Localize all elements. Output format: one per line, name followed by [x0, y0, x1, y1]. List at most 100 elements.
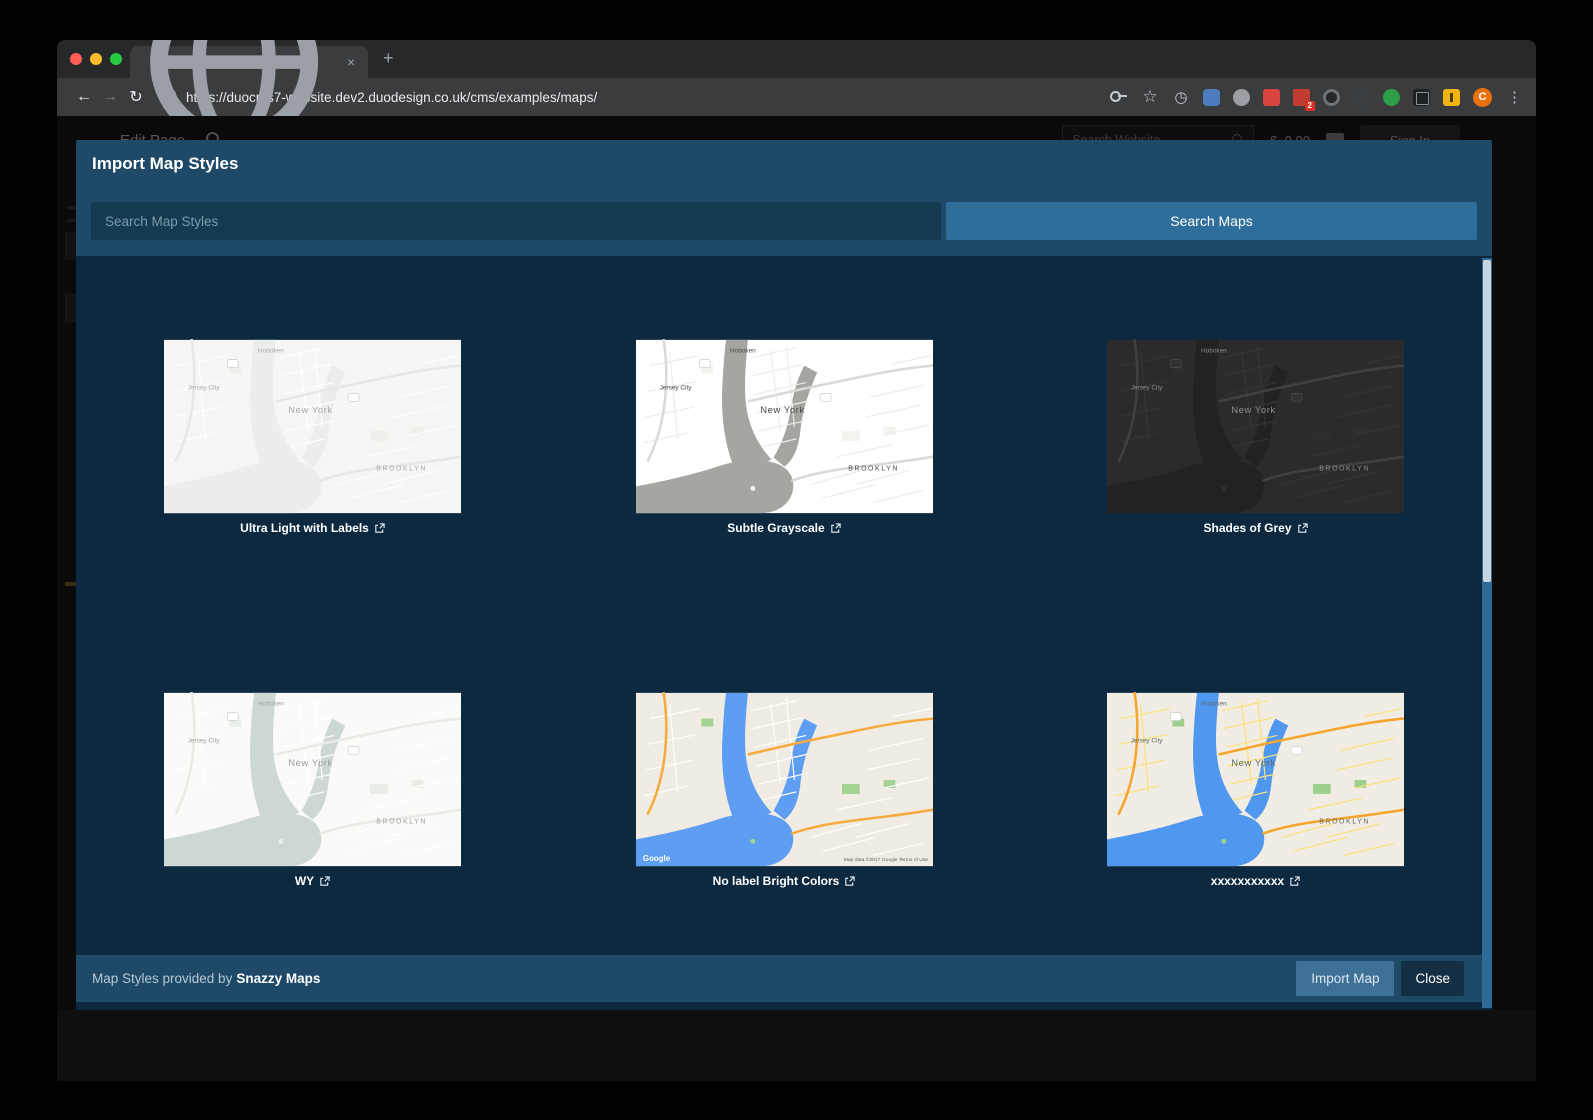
map-style-card-ultra-light[interactable]: Hoboken Jersey City New York BROOKLYN Ul…: [164, 339, 461, 535]
map-preview: Hoboken Jersey City New York BROOKLYN: [1107, 692, 1404, 867]
extension-dark-circle-icon[interactable]: [1353, 89, 1370, 106]
modal-title: Import Map Styles: [92, 154, 1476, 174]
map-style-label: WY: [295, 874, 314, 888]
svg-text:Jersey City: Jersey City: [659, 384, 692, 391]
svg-text:BROOKLYN: BROOKLYN: [1319, 466, 1370, 473]
svg-text:Google: Google: [642, 854, 670, 863]
import-map-styles-modal: Import Map Styles Search Maps: [76, 140, 1492, 1010]
page-content: Edit Page Search Website $ 0.00 Sign In: [57, 116, 1536, 1081]
svg-text:BROOKLYN: BROOKLYN: [376, 819, 427, 826]
back-icon[interactable]: [71, 88, 97, 106]
map-style-label: Shades of Grey: [1203, 521, 1291, 535]
svg-text:BROOKLYN: BROOKLYN: [848, 819, 899, 826]
map-style-name[interactable]: Subtle Grayscale: [636, 521, 933, 535]
map-style-card-wy[interactable]: Hoboken Jersey City New York BROOKLYN WY: [164, 692, 461, 888]
extension-yellow-icon[interactable]: [1443, 89, 1460, 106]
svg-text:BROOKLYN: BROOKLYN: [376, 466, 427, 473]
map-style-label: xxxxxxxxxxx: [1211, 874, 1284, 888]
external-link-icon: [319, 876, 330, 887]
extension-red-icon[interactable]: [1263, 89, 1280, 106]
svg-text:Map data ©2017 Google Terms: Map data ©2017 Google Terms of Use: [843, 856, 927, 863]
svg-text:Hoboken: Hoboken: [258, 348, 284, 355]
external-link-icon: [830, 523, 841, 534]
map-style-name[interactable]: No label Bright Colors: [636, 874, 933, 888]
svg-text:Hoboken: Hoboken: [730, 701, 756, 708]
footer-buttons: Import Map Close: [1296, 961, 1476, 996]
map-style-card-no-label-bright[interactable]: Hoboken Jersey City New York BROOKLYN Go…: [636, 692, 933, 888]
map-style-name[interactable]: Shades of Grey: [1107, 521, 1404, 535]
history-icon[interactable]: [1172, 88, 1190, 106]
cms-bottom-strip-dimmed: [57, 1010, 1536, 1081]
map-style-card-shades-of-grey[interactable]: Hoboken Jersey City New York BROOKLYN Sh…: [1107, 339, 1404, 535]
svg-text:Jersey City: Jersey City: [1131, 737, 1164, 744]
svg-text:New York: New York: [760, 757, 804, 768]
svg-text:Jersey City: Jersey City: [659, 737, 692, 744]
extension-ublock-icon[interactable]: 2: [1293, 89, 1310, 106]
password-key-icon[interactable]: [1110, 88, 1128, 106]
search-map-styles-input[interactable]: [91, 202, 941, 240]
map-style-label: No label Bright Colors: [713, 874, 840, 888]
bookmark-star-icon[interactable]: [1141, 88, 1159, 106]
modal-search-row: Search Maps: [91, 202, 1477, 240]
svg-text:New York: New York: [1231, 404, 1275, 415]
modal-bottom-strip: [76, 1002, 1492, 1010]
minimize-window-button[interactable]: [90, 53, 102, 65]
new-tab-button[interactable]: [383, 48, 394, 69]
svg-text:New York: New York: [288, 757, 332, 768]
svg-text:Jersey City: Jersey City: [1131, 384, 1164, 391]
map-style-label: Subtle Grayscale: [727, 521, 824, 535]
svg-text:BROOKLYN: BROOKLYN: [1319, 819, 1370, 826]
svg-text:Hoboken: Hoboken: [258, 701, 284, 708]
extension-gray-circle-icon[interactable]: [1233, 89, 1250, 106]
footer-brand: Snazzy Maps: [236, 971, 320, 986]
svg-text:BROOKLYN: BROOKLYN: [848, 466, 899, 473]
profile-avatar[interactable]: C: [1473, 88, 1492, 107]
tab-close-icon[interactable]: [344, 54, 358, 70]
svg-text:Hoboken: Hoboken: [1201, 701, 1227, 708]
browser-tab[interactable]: Duo Design – Maps: [130, 46, 368, 78]
map-style-label: Ultra Light with Labels: [240, 521, 369, 535]
toolbar-right-icons: 2 C: [1110, 88, 1522, 107]
map-style-card-bright-labeled[interactable]: Hoboken Jersey City New York BROOKLYN xx…: [1107, 692, 1404, 888]
external-link-icon: [1297, 523, 1308, 534]
map-preview: Hoboken Jersey City New York BROOKLYN: [164, 692, 461, 867]
external-link-icon: [374, 523, 385, 534]
external-link-icon: [1289, 876, 1300, 887]
map-style-name[interactable]: WY: [164, 874, 461, 888]
footer-provided-text: Map Styles provided by: [92, 971, 232, 986]
svg-text:New York: New York: [760, 404, 804, 415]
map-preview: Hoboken Jersey City New York BROOKLYN: [636, 339, 933, 514]
map-preview: Hoboken Jersey City New York BROOKLYN: [164, 339, 461, 514]
svg-text:Jersey City: Jersey City: [188, 384, 221, 391]
modal-scrollbar-thumb[interactable]: [1483, 260, 1491, 582]
browser-menu-icon[interactable]: [1507, 88, 1522, 106]
map-styles-grid: Hoboken Jersey City New York BROOKLYN Ul…: [76, 256, 1492, 955]
forward-icon[interactable]: [97, 88, 123, 106]
svg-text:Hoboken: Hoboken: [1201, 348, 1227, 355]
close-window-button[interactable]: [70, 53, 82, 65]
map-style-name[interactable]: Ultra Light with Labels: [164, 521, 461, 535]
extension-blue-icon[interactable]: [1203, 89, 1220, 106]
close-button[interactable]: Close: [1401, 961, 1464, 996]
map-preview: Hoboken Jersey City New York BROOKLYN Go…: [636, 692, 933, 867]
extension-green-icon[interactable]: [1383, 89, 1400, 106]
svg-text:Jersey City: Jersey City: [188, 737, 221, 744]
zoom-window-button[interactable]: [110, 53, 122, 65]
map-style-name[interactable]: xxxxxxxxxxx: [1107, 874, 1404, 888]
map-style-card-subtle-grayscale[interactable]: Hoboken Jersey City New York BROOKLYN Su…: [636, 339, 933, 535]
traffic-lights: [70, 53, 122, 65]
extension-grid-icon[interactable]: [1413, 89, 1430, 106]
grid-row-2: Hoboken Jersey City New York BROOKLYN WY: [164, 692, 1404, 888]
browser-window: Duo Design – Maps https://duocms7-websit…: [57, 40, 1536, 1081]
import-map-button[interactable]: Import Map: [1296, 961, 1394, 996]
lock-icon: [165, 90, 177, 104]
modal-footer: Map Styles provided by Snazzy Maps Impor…: [76, 955, 1492, 1002]
extension-lens-icon[interactable]: [1323, 89, 1340, 106]
external-link-icon: [844, 876, 855, 887]
tab-strip: Duo Design – Maps: [57, 40, 1536, 78]
modal-scrollbar-track[interactable]: [1482, 258, 1492, 1008]
search-maps-button[interactable]: Search Maps: [946, 202, 1477, 240]
svg-text:New York: New York: [288, 404, 332, 415]
grid-row-1: Hoboken Jersey City New York BROOKLYN Ul…: [164, 339, 1404, 535]
map-preview: Hoboken Jersey City New York BROOKLYN: [1107, 339, 1404, 514]
